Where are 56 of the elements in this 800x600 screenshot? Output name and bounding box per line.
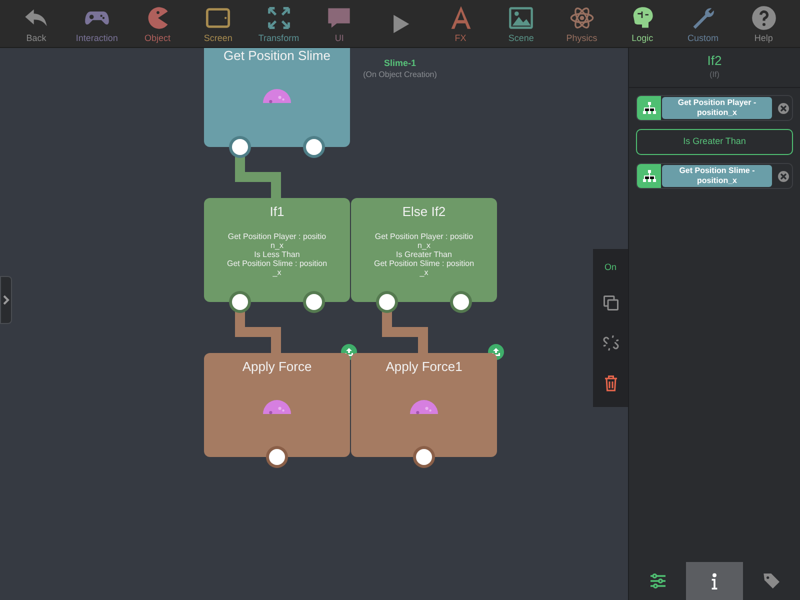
event-label: (On Object Creation) [362, 69, 438, 81]
logic-node-card[interactable]: Else If2 Get Position Player : position_x Is Greater Than Get Position Slime : position_x [351, 198, 497, 302]
landscape-picture-icon [508, 4, 534, 30]
toolbar-help-button[interactable]: Help [736, 0, 792, 48]
logic-node-card[interactable]: Get Position Slime [204, 48, 350, 147]
operand-label: Get Position Slime - position_x [662, 165, 772, 187]
node-condition-text: Get Position Player : position_x Is Greater Than Get Position Slime : position_x [374, 232, 474, 276]
help-icon [750, 4, 777, 30]
toolbar-scene-button[interactable]: Scene [493, 0, 550, 48]
comparison-button[interactable]: Is Greater Than [636, 129, 793, 155]
expand-arrows-icon [266, 4, 292, 30]
operand-row[interactable]: Get Position Slime - position_x [636, 163, 793, 189]
node-condition-text: Get Position Player : position_x Is Less Than Get Position Slime : position_x [226, 232, 328, 276]
info-icon [711, 572, 718, 590]
connector-line [235, 156, 281, 198]
tag-icon [762, 571, 782, 591]
copy-button[interactable] [600, 293, 620, 313]
toolbar-transform-button[interactable]: Transform [250, 0, 307, 48]
atom-icon [568, 4, 595, 30]
connector-port[interactable] [303, 136, 325, 158]
sliders-icon [648, 571, 668, 591]
operand-row[interactable]: Get Position Player - position_x [636, 95, 793, 121]
broken-link-button[interactable] [600, 333, 620, 353]
inspector-subtitle: (If) [710, 69, 720, 81]
logic-node-card[interactable]: If1 Get Position Player : position_x Is Less Than Get Position Slime : position_x [204, 198, 350, 302]
connector-port[interactable] [413, 446, 435, 468]
toolbar-fx-button[interactable]: FX [432, 0, 489, 48]
toolbar-logic-button[interactable]: Logic [614, 0, 670, 48]
toolbar-custom-button[interactable]: Custom [675, 0, 731, 48]
remove-button[interactable] [778, 170, 789, 182]
connector-port[interactable] [450, 291, 472, 313]
operand-label: Get Position Player - position_x [662, 97, 772, 119]
toolbar-back-button[interactable]: Back [8, 0, 64, 48]
node-title: Apply Force [242, 358, 312, 376]
node-title: If1 [270, 203, 284, 221]
node-title: Else If2 [402, 203, 446, 221]
toolbar-screen-button[interactable]: Screen [190, 0, 246, 48]
hierarchy-icon [637, 96, 661, 120]
on-toggle[interactable]: On [604, 261, 616, 273]
connector-line [235, 311, 281, 353]
toolbar-ui-button[interactable]: UI [311, 0, 368, 48]
connector-port[interactable] [266, 446, 288, 468]
toolbar-gamepad-button[interactable]: Interaction [68, 0, 125, 48]
node-title: Apply Force1 [386, 358, 462, 376]
node-title: Get Position Slime [224, 48, 330, 65]
logic-node-card[interactable]: Apply Force [204, 353, 350, 457]
remove-button[interactable] [778, 102, 789, 114]
connector-line [382, 311, 428, 353]
object-name: Slime-1 [382, 57, 417, 70]
toolbar-pacman-button[interactable]: Object [130, 0, 186, 48]
drawer-handle[interactable] [0, 276, 12, 324]
connector-port[interactable] [303, 291, 325, 313]
toolbar-physics-button[interactable]: Physics [554, 0, 610, 48]
inspector-title: If2 [707, 54, 722, 67]
logic-node-card[interactable]: Apply Force1 [351, 353, 497, 457]
hierarchy-icon [637, 164, 661, 188]
